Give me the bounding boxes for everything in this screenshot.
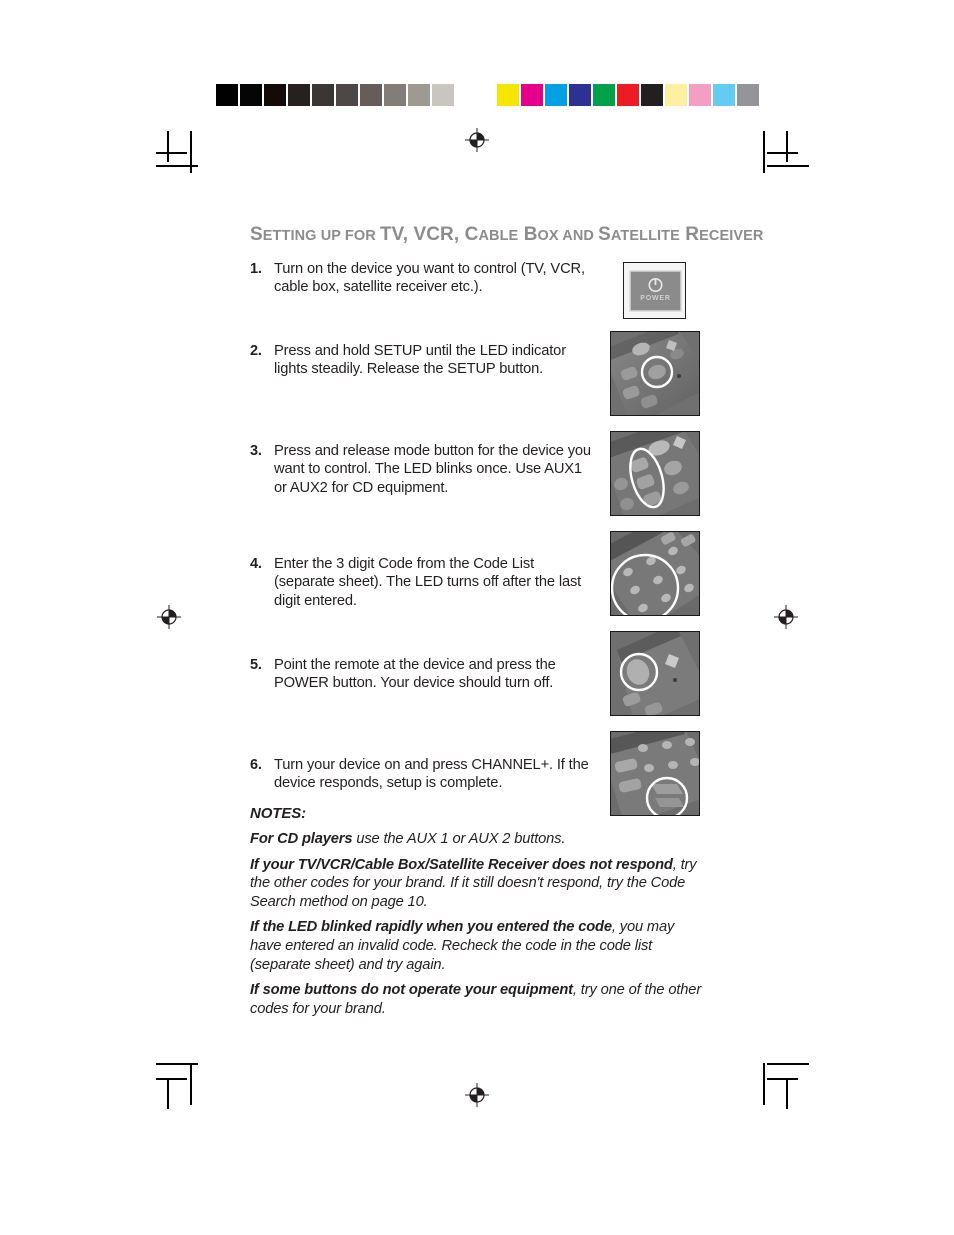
- note-lead: If the LED blinked rapidly when you ente…: [250, 919, 612, 936]
- power-button-closeup-photo: POWER: [623, 262, 686, 319]
- notes-heading: NOTES:: [250, 805, 307, 822]
- heading-capital: C: [459, 224, 479, 245]
- calibration-swatch: [496, 83, 520, 107]
- calibration-swatch: [592, 83, 616, 107]
- registration-mark-left: [157, 605, 181, 629]
- note-item-3: If the LED blinked rapidly when you ente…: [250, 918, 705, 974]
- heading-smallcaps: FOR: [340, 228, 380, 244]
- calibration-swatch: [736, 83, 760, 107]
- heading-smallcaps: UP: [320, 228, 341, 244]
- crop-mark-bottom-right-inner-horizontal: [767, 1078, 798, 1080]
- calibration-swatch: [407, 83, 431, 107]
- note-lead: For CD players: [250, 831, 353, 847]
- heading-smallcaps: ECEIVER: [699, 228, 764, 244]
- step-text: Turn on the device you want to control (…: [274, 261, 585, 296]
- step-text: Point the remote at the device and press…: [274, 657, 556, 692]
- heading-capital: S: [250, 224, 263, 245]
- note-item-1: For CD players use the AUX 1 or AUX 2 bu…: [250, 830, 705, 849]
- heading-capital: R: [679, 224, 700, 245]
- step-text: Enter the 3 digit Code from the Code Lis…: [274, 556, 582, 609]
- calibration-swatch: [688, 83, 712, 107]
- calibration-swatch: [520, 83, 544, 107]
- calibration-swatch: [359, 83, 383, 107]
- crop-mark-bottom-left-horizontal: [156, 1063, 198, 1065]
- registration-mark-bottom: [465, 1083, 489, 1107]
- note-body: use the AUX 1 or AUX 2 buttons.: [352, 831, 566, 847]
- note-lead: If your TV/VCR/Cable Box/Satellite Recei…: [250, 856, 673, 873]
- step-number: 2.: [250, 343, 262, 359]
- calibration-swatch: [664, 83, 688, 107]
- heading-smallcaps: ATELLITE: [610, 228, 680, 244]
- step-item-5: 5. Point the remote at the device and pr…: [250, 656, 595, 693]
- step-item-1: 1. Turn on the device you want to contro…: [250, 260, 595, 297]
- step-item-4: 4. Enter the 3 digit Code from the Code …: [250, 555, 595, 610]
- note-item-2: If your TV/VCR/Cable Box/Satellite Recei…: [250, 856, 705, 912]
- remote-power-button-photo: [610, 631, 700, 716]
- step-number: 1.: [250, 261, 262, 277]
- calibration-swatch: [263, 83, 287, 107]
- remote-channel-up-button-photo: [610, 731, 700, 816]
- calibration-swatch: [215, 83, 239, 107]
- crop-mark-bottom-right-vertical: [763, 1063, 765, 1105]
- note-lead: If some buttons do not operate your equi…: [250, 982, 573, 999]
- remote-mode-buttons-photo: [610, 431, 700, 516]
- calibration-swatch: [544, 83, 568, 107]
- step-number: 5.: [250, 657, 262, 673]
- crop-mark-top-left-horizontal: [156, 165, 198, 167]
- calibration-swatch: [640, 83, 664, 107]
- heading-capital: B: [518, 224, 538, 245]
- calibration-swatch: [287, 83, 311, 107]
- step-text: Press and hold SETUP until the LED indic…: [274, 343, 566, 378]
- grayscale-calibration-bar: [215, 83, 479, 107]
- crop-mark-top-right-inner-horizontal: [767, 152, 798, 154]
- crop-mark-top-right-horizontal: [767, 165, 809, 167]
- remote-keypad-photo: [610, 531, 700, 616]
- notes-section: NOTES: For CD players use the AUX 1 or A…: [250, 805, 705, 1025]
- calibration-swatch: [239, 83, 263, 107]
- step-number: 3.: [250, 443, 262, 459]
- calibration-swatch: [455, 83, 479, 107]
- crop-mark-top-left-inner-vertical: [167, 131, 169, 162]
- note-item-4: If some buttons do not operate your equi…: [250, 981, 705, 1018]
- calibration-swatch: [311, 83, 335, 107]
- calibration-swatch: [335, 83, 359, 107]
- crop-mark-top-right-vertical: [763, 131, 765, 173]
- step-number: 4.: [250, 556, 262, 572]
- crop-mark-bottom-right-horizontal: [767, 1063, 809, 1065]
- step-number: 6.: [250, 757, 262, 773]
- crop-mark-bottom-left-inner-vertical: [167, 1078, 169, 1109]
- power-label: POWER: [640, 295, 670, 302]
- color-calibration-bar: [496, 83, 760, 107]
- heading-smallcaps: OX: [537, 228, 559, 244]
- calibration-swatch: [616, 83, 640, 107]
- registration-mark-top: [465, 128, 489, 152]
- crop-mark-top-right-inner-vertical: [786, 131, 788, 162]
- calibration-swatch: [383, 83, 407, 107]
- step-item-6: 6. Turn your device on and press CHANNEL…: [250, 756, 595, 793]
- remote-setup-button-photo: [610, 331, 700, 416]
- step-text: Turn your device on and press CHANNEL+. …: [274, 757, 589, 792]
- heading-capital: S: [598, 224, 611, 245]
- step-text: Press and release mode button for the de…: [274, 443, 591, 496]
- calibration-swatch: [568, 83, 592, 107]
- crop-mark-bottom-right-inner-vertical: [786, 1078, 788, 1109]
- heading-smallcaps: ETTING: [262, 228, 317, 244]
- heading-capital: TV, VCR,: [379, 224, 460, 245]
- registration-mark-right: [774, 605, 798, 629]
- heading-smallcaps: AND: [558, 228, 599, 244]
- step-item-2: 2. Press and hold SETUP until the LED in…: [250, 342, 595, 379]
- step-item-3: 3. Press and release mode button for the…: [250, 442, 595, 497]
- heading-smallcaps: ABLE: [478, 228, 519, 244]
- crop-mark-top-left-inner-horizontal: [156, 152, 187, 154]
- crop-mark-bottom-left-vertical: [190, 1063, 192, 1105]
- calibration-swatch: [712, 83, 736, 107]
- crop-mark-bottom-left-inner-horizontal: [156, 1078, 187, 1080]
- page-section-heading: SETTING UP FOR TV, VCR, CABLE BOX AND SA…: [250, 224, 763, 246]
- calibration-swatch: [431, 83, 455, 107]
